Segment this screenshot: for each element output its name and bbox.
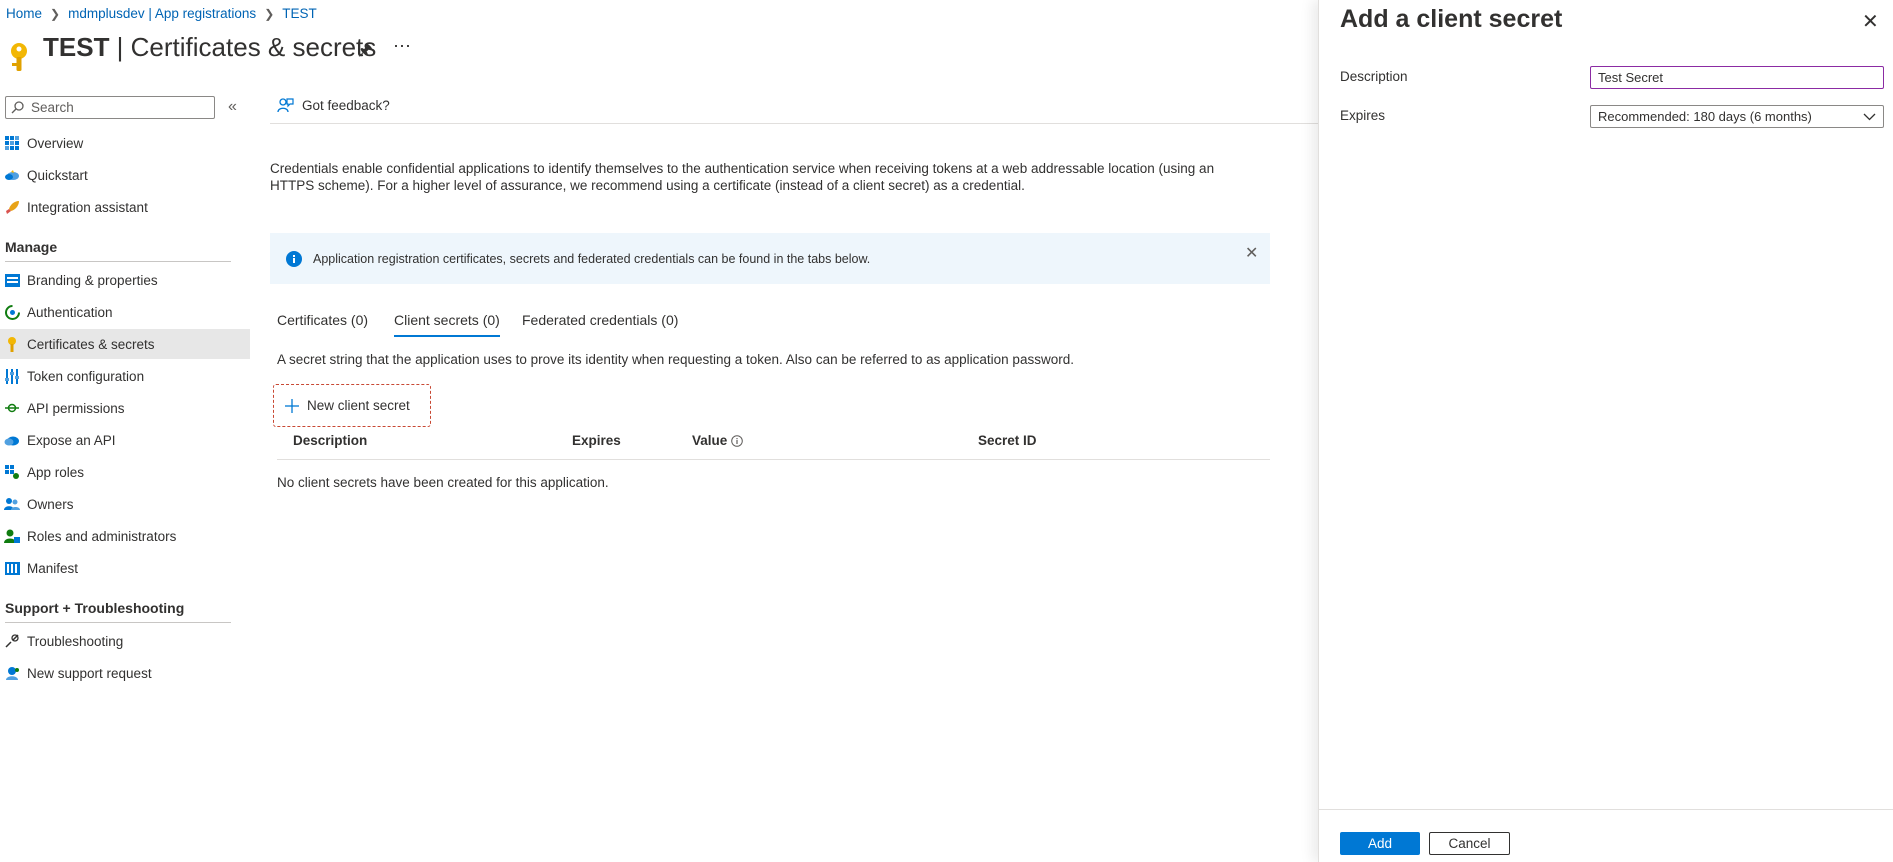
app-roles-icon [0,465,27,479]
client-secrets-description: A secret string that the application use… [277,352,1074,367]
branding-icon [0,273,27,287]
roles-icon [0,529,27,544]
rocket-icon [0,200,27,215]
manage-heading: Manage [5,239,58,255]
support-icon [0,666,27,681]
owners-icon [0,497,27,511]
breadcrumb-app-registrations[interactable]: mdmplusdev | App registrations [68,6,256,21]
column-value[interactable]: Value [692,433,744,448]
new-client-secret-button[interactable]: New client secret [273,384,431,427]
add-client-secret-panel [1318,0,1893,862]
overview-icon [0,136,27,150]
sidebar-item-troubleshooting[interactable]: Troubleshooting [0,626,250,656]
tab-certificates[interactable]: Certificates (0) [277,312,368,328]
page-description: Credentials enable confidential applicat… [270,161,1215,193]
support-divider [5,622,231,623]
info-message: Application registration certificates, s… [313,251,871,266]
info-icon [286,250,302,267]
close-banner-icon[interactable]: ✕ [1245,243,1258,263]
key-icon [0,336,27,352]
api-permissions-icon [0,402,27,414]
sidebar-item-new-support-request[interactable]: New support request [0,658,250,688]
info-banner: Application registration certificates, s… [270,233,1270,284]
sidebar-item-token-configuration[interactable]: Token configuration [0,361,250,391]
sidebar-item-integration-assistant[interactable]: Integration assistant [0,192,250,222]
sidebar-item-expose-api[interactable]: Expose an API [0,425,250,455]
search-icon [11,101,24,114]
description-field[interactable] [1590,66,1884,89]
feedback-button[interactable]: Got feedback? [277,97,390,114]
collapse-sidebar-icon[interactable]: « [228,98,237,116]
breadcrumb-home[interactable]: Home [6,6,42,21]
sidebar-item-api-permissions[interactable]: API permissions [0,393,250,423]
active-tab-indicator [394,335,500,337]
tab-client-secrets[interactable]: Client secrets (0) [394,312,500,328]
token-icon [0,368,27,384]
support-heading: Support + Troubleshooting [5,600,185,616]
close-icon[interactable]: ✕ [1862,9,1879,34]
sidebar-item-owners[interactable]: Owners [0,489,250,519]
add-button[interactable]: Add [1340,832,1420,855]
expires-dropdown[interactable]: Recommended: 180 days (6 months) [1590,105,1884,128]
breadcrumb-test[interactable]: TEST [282,6,317,21]
breadcrumb: Home ❯ mdmplusdev | App registrations ❯ … [6,6,317,21]
sidebar-item-branding[interactable]: Branding & properties [0,265,250,295]
expires-label: Expires [1340,108,1386,123]
empty-table-message: No client secrets have been created for … [277,475,609,490]
info-icon[interactable] [731,434,744,447]
cancel-button[interactable]: Cancel [1429,832,1510,855]
authentication-icon [0,304,27,320]
sidebar-item-manifest[interactable]: Manifest [0,553,250,583]
panel-footer-divider [1319,809,1893,810]
sidebar-item-authentication[interactable]: Authentication [0,297,250,327]
chevron-down-icon [1863,113,1876,120]
more-options-icon[interactable]: ⋯ [393,36,412,57]
feedback-icon [277,98,294,113]
sidebar-search[interactable] [5,96,215,119]
chevron-right-icon: ❯ [264,6,275,21]
cloud-icon [0,435,27,446]
toolbar-divider [270,123,1320,124]
tab-federated-credentials[interactable]: Federated credentials (0) [522,312,678,328]
sidebar-item-roles-administrators[interactable]: Roles and administrators [0,521,250,551]
column-expires[interactable]: Expires [572,433,621,448]
column-description[interactable]: Description [293,433,367,448]
pin-icon[interactable]: 🖈 [358,39,373,66]
manifest-icon [0,561,27,575]
manage-divider [5,261,231,262]
key-icon [11,43,27,71]
column-secret-id[interactable]: Secret ID [978,433,1037,448]
wrench-icon [0,634,27,648]
panel-title: Add a client secret [1340,5,1563,33]
search-input[interactable] [29,99,199,116]
page-title: TEST | Certificates & secrets [43,32,377,62]
sidebar-item-quickstart[interactable]: Quickstart [0,160,250,190]
sidebar-item-overview[interactable]: Overview [0,128,250,158]
sidebar-item-app-roles[interactable]: App roles [0,457,250,487]
chevron-right-icon: ❯ [50,6,61,21]
description-label: Description [1340,69,1408,84]
table-header-divider [277,459,1270,460]
quickstart-icon [0,169,27,181]
plus-icon [285,398,299,413]
sidebar-item-certificates[interactable]: Certificates & secrets [0,329,250,359]
expires-selected-value: Recommended: 180 days (6 months) [1598,109,1812,124]
